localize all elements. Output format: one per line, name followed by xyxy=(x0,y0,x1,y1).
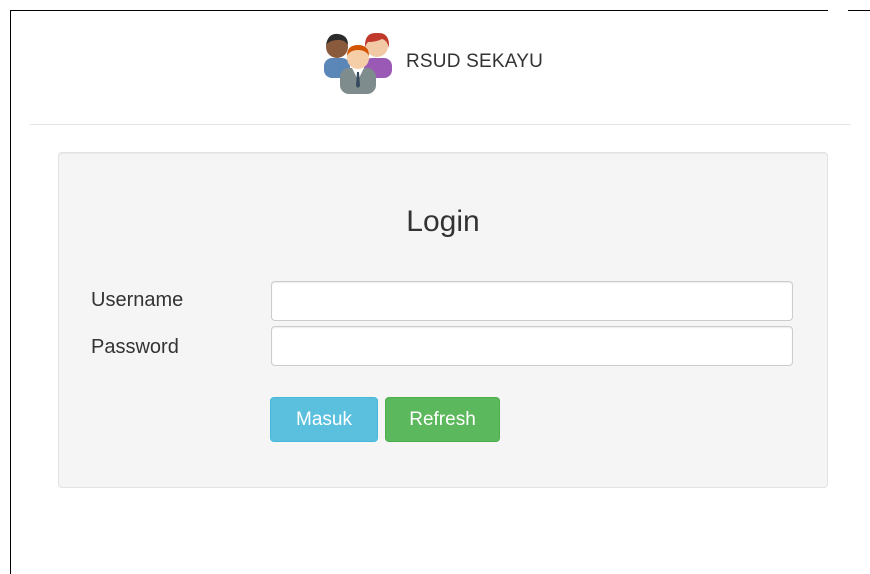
username-input[interactable] xyxy=(271,281,793,321)
refresh-button[interactable]: Refresh xyxy=(385,397,500,442)
login-panel: Login Username Password Masuk Refresh xyxy=(58,152,828,488)
masuk-button[interactable]: Masuk xyxy=(270,397,378,442)
password-label: Password xyxy=(91,336,179,358)
username-label: Username xyxy=(91,289,184,311)
users-group-icon xyxy=(324,32,392,94)
brand[interactable]: RSUD SEKAYU xyxy=(320,30,543,94)
frame-border-left xyxy=(10,10,11,574)
login-title: Login xyxy=(406,205,480,238)
frame-border-top xyxy=(10,10,828,11)
password-input[interactable] xyxy=(271,326,793,366)
header-divider xyxy=(30,124,851,125)
brand-name: RSUD SEKAYU xyxy=(406,51,543,72)
frame-border-top-right xyxy=(848,10,870,11)
